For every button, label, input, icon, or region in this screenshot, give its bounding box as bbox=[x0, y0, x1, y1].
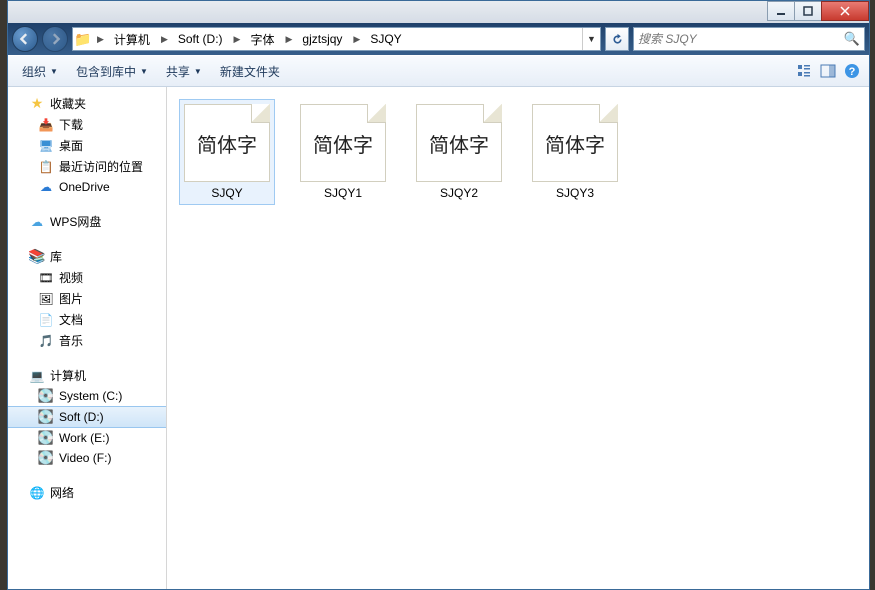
crumb-folder2[interactable]: SJQY bbox=[364, 28, 408, 50]
file-item[interactable]: 简体字 SJQY1 bbox=[295, 99, 391, 205]
crumb-font[interactable]: 字体 bbox=[244, 28, 281, 50]
maximize-button[interactable] bbox=[794, 1, 822, 21]
crumb-computer[interactable]: 计算机 bbox=[108, 28, 157, 50]
nav-pane: ★收藏夹 📥下载 🖥桌面 📋最近访问的位置 ☁OneDrive ☁WPS网盘 📚… bbox=[8, 87, 167, 589]
address-bar: 📁 ▶ 计算机 ▶ Soft (D:) ▶ 字体 ▶ gjztsjqy ▶ SJ… bbox=[8, 23, 869, 55]
search-box[interactable]: 🔍 bbox=[633, 27, 865, 51]
sidebar-item-drive-d[interactable]: 💽Soft (D:) bbox=[8, 406, 166, 428]
toolbar: 组织▼ 包含到库中▼ 共享▼ 新建文件夹 ? bbox=[8, 55, 869, 87]
chevron-right-icon[interactable]: ▶ bbox=[230, 34, 245, 45]
chevron-right-icon[interactable]: ▶ bbox=[157, 34, 172, 45]
chevron-right-icon[interactable]: ▶ bbox=[281, 34, 296, 45]
document-icon: 📄 bbox=[38, 312, 54, 328]
file-item[interactable]: 简体字 SJQY3 bbox=[527, 99, 623, 205]
forward-button[interactable] bbox=[42, 26, 68, 52]
star-icon: ★ bbox=[29, 96, 45, 112]
libraries-group[interactable]: 📚库 bbox=[8, 246, 166, 267]
sidebar-item-onedrive[interactable]: ☁OneDrive bbox=[8, 177, 166, 197]
video-icon: 🎞 bbox=[38, 270, 54, 286]
file-label: SJQY2 bbox=[440, 186, 478, 200]
search-input[interactable] bbox=[638, 32, 844, 46]
favorites-group[interactable]: ★收藏夹 bbox=[8, 93, 166, 114]
recent-icon: 📋 bbox=[38, 159, 54, 175]
music-icon: 🎵 bbox=[38, 333, 54, 349]
file-item[interactable]: 简体字 SJQY2 bbox=[411, 99, 507, 205]
crumb-folder1[interactable]: gjztsjqy bbox=[296, 28, 349, 50]
include-in-library-button[interactable]: 包含到库中▼ bbox=[68, 60, 156, 83]
organize-button[interactable]: 组织▼ bbox=[14, 60, 66, 83]
picture-icon: 🖼 bbox=[38, 291, 54, 307]
sidebar-item-drive-c[interactable]: 💽System (C:) bbox=[8, 386, 166, 406]
desktop-icon: 🖥 bbox=[38, 138, 54, 154]
sidebar-item-music[interactable]: 🎵音乐 bbox=[8, 330, 166, 351]
new-folder-button[interactable]: 新建文件夹 bbox=[212, 60, 288, 83]
breadcrumb[interactable]: 📁 ▶ 计算机 ▶ Soft (D:) ▶ 字体 ▶ gjztsjqy ▶ SJ… bbox=[72, 27, 601, 51]
preview-pane-button[interactable] bbox=[817, 60, 839, 82]
drive-icon: 💽 bbox=[38, 450, 54, 466]
file-label: SJQY3 bbox=[556, 186, 594, 200]
folder-icon: 📁 bbox=[73, 31, 93, 48]
search-icon[interactable]: 🔍 bbox=[844, 31, 860, 47]
share-button[interactable]: 共享▼ bbox=[158, 60, 210, 83]
file-item[interactable]: 简体字 SJQY bbox=[179, 99, 275, 205]
drive-icon: 💽 bbox=[38, 409, 54, 425]
sidebar-item-desktop[interactable]: 🖥桌面 bbox=[8, 135, 166, 156]
cloud-icon: ☁ bbox=[29, 214, 45, 230]
file-pane[interactable]: 简体字 SJQY 简体字 SJQY1 简体字 SJQY2 简体字 SJQY3 bbox=[167, 87, 869, 589]
close-button[interactable] bbox=[821, 1, 869, 21]
drive-icon: 💽 bbox=[38, 388, 54, 404]
chevron-down-icon: ▼ bbox=[140, 67, 148, 76]
sidebar-item-downloads[interactable]: 📥下载 bbox=[8, 114, 166, 135]
sidebar-item-pictures[interactable]: 🖼图片 bbox=[8, 288, 166, 309]
download-icon: 📥 bbox=[38, 117, 54, 133]
sidebar-item-drive-e[interactable]: 💽Work (E:) bbox=[8, 428, 166, 448]
file-label: SJQY bbox=[211, 186, 242, 200]
font-file-icon: 简体字 bbox=[532, 104, 618, 182]
font-file-icon: 简体字 bbox=[416, 104, 502, 182]
sidebar-item-recent[interactable]: 📋最近访问的位置 bbox=[8, 156, 166, 177]
view-options-button[interactable] bbox=[793, 60, 815, 82]
computer-group[interactable]: 💻计算机 bbox=[8, 365, 166, 386]
cloud-icon: ☁ bbox=[38, 179, 54, 195]
network-group[interactable]: 🌐网络 bbox=[8, 482, 166, 503]
refresh-button[interactable] bbox=[605, 27, 629, 51]
font-file-icon: 简体字 bbox=[184, 104, 270, 182]
back-button[interactable] bbox=[12, 26, 38, 52]
chevron-down-icon: ▼ bbox=[194, 67, 202, 76]
wps-group[interactable]: ☁WPS网盘 bbox=[8, 211, 166, 232]
titlebar bbox=[8, 1, 869, 23]
chevron-right-icon[interactable]: ▶ bbox=[349, 34, 364, 45]
network-icon: 🌐 bbox=[29, 485, 45, 501]
minimize-button[interactable] bbox=[767, 1, 795, 21]
sidebar-item-drive-f[interactable]: 💽Video (F:) bbox=[8, 448, 166, 468]
address-dropdown[interactable]: ▼ bbox=[582, 28, 600, 50]
chevron-right-icon[interactable]: ▶ bbox=[93, 34, 108, 45]
font-file-icon: 简体字 bbox=[300, 104, 386, 182]
file-label: SJQY1 bbox=[324, 186, 362, 200]
help-button[interactable]: ? bbox=[841, 60, 863, 82]
svg-text:?: ? bbox=[849, 66, 856, 78]
library-icon: 📚 bbox=[29, 249, 45, 265]
sidebar-item-videos[interactable]: 🎞视频 bbox=[8, 267, 166, 288]
computer-icon: 💻 bbox=[29, 368, 45, 384]
sidebar-item-documents[interactable]: 📄文档 bbox=[8, 309, 166, 330]
crumb-drive[interactable]: Soft (D:) bbox=[172, 28, 230, 50]
drive-icon: 💽 bbox=[38, 430, 54, 446]
chevron-down-icon: ▼ bbox=[50, 67, 58, 76]
